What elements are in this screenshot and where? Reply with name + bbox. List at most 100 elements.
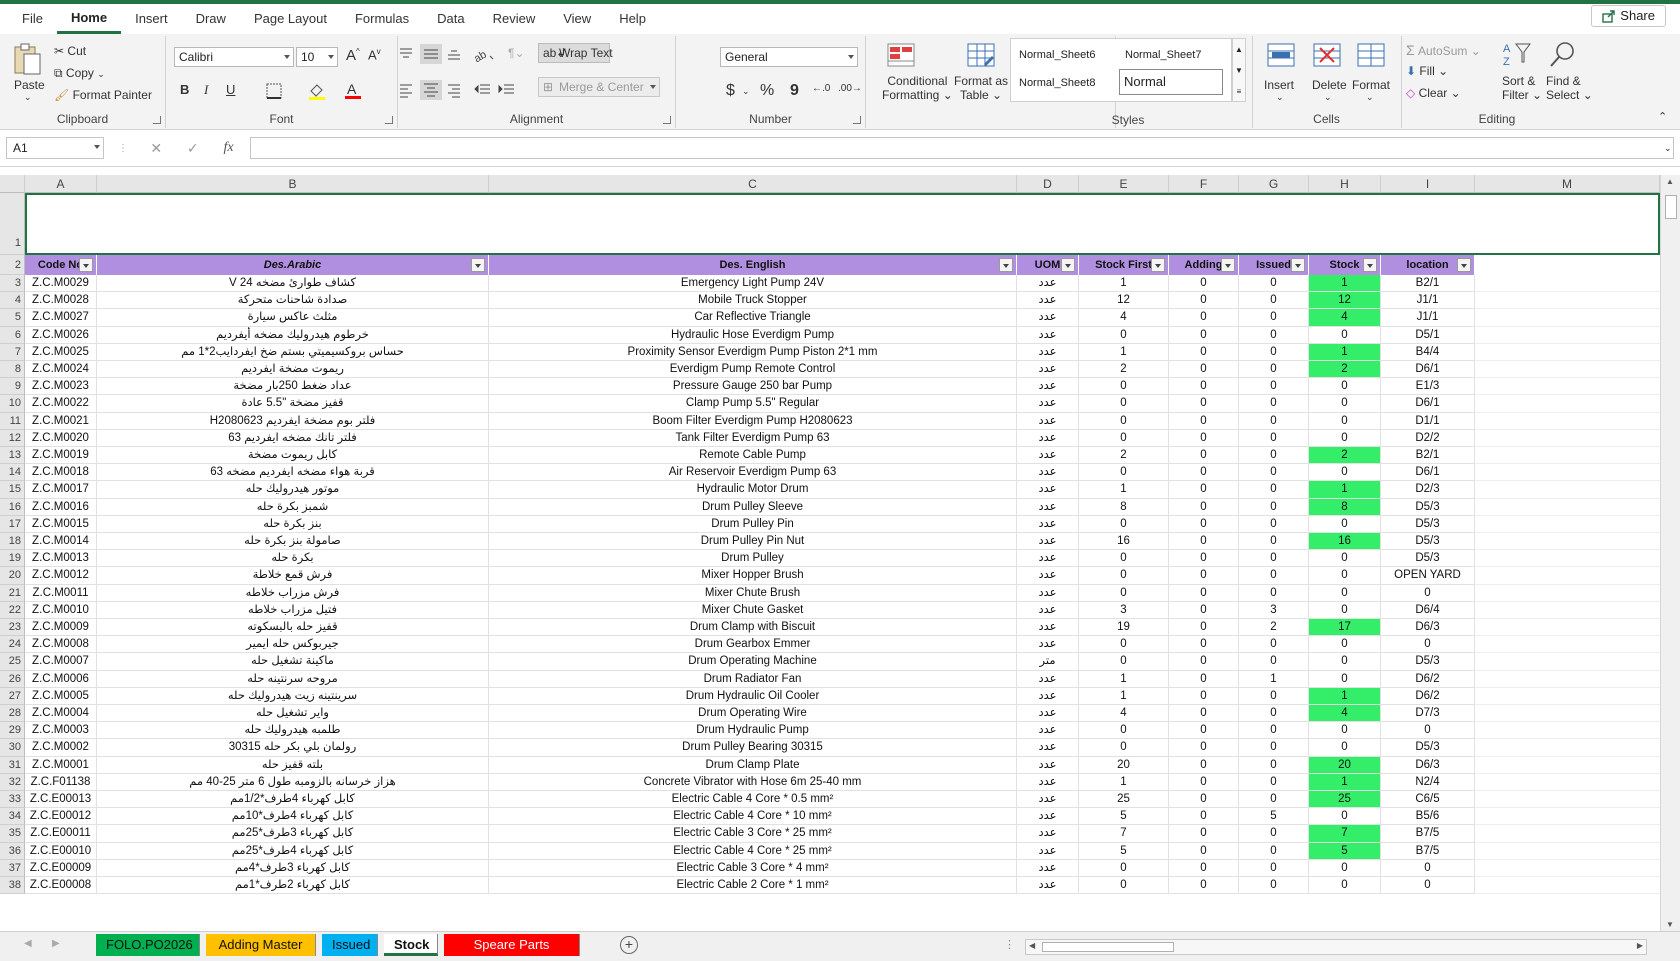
- table-cell-code[interactable]: Z.C.M0002: [25, 739, 97, 757]
- table-cell-add[interactable]: 0: [1169, 808, 1239, 826]
- table-cell-uom[interactable]: عدد: [1017, 859, 1079, 877]
- font-size-select[interactable]: 10: [296, 47, 338, 67]
- insert-cells-icon[interactable]: [1266, 42, 1296, 73]
- table-cell-ar[interactable]: فرش قمع خلاطة: [97, 567, 489, 585]
- table-cell-iss[interactable]: 0: [1239, 722, 1309, 740]
- row-header-36[interactable]: 36: [0, 842, 25, 860]
- delete-cells-icon[interactable]: [1312, 42, 1342, 73]
- increase-decimal-icon[interactable]: ←.0: [812, 83, 830, 94]
- table-cell-ar[interactable]: صامولة بنز بكرة حله: [97, 533, 489, 551]
- table-cell-sf[interactable]: 1: [1079, 343, 1169, 361]
- table-cell-uom[interactable]: عدد: [1017, 601, 1079, 619]
- format-cells-icon[interactable]: [1356, 42, 1386, 73]
- table-cell-empty[interactable]: [1475, 877, 1660, 895]
- decrease-decimal-icon[interactable]: .00→: [838, 83, 862, 94]
- table-cell-add[interactable]: 0: [1169, 378, 1239, 396]
- table-cell-sf[interactable]: 1: [1079, 687, 1169, 705]
- table-cell-sf[interactable]: 0: [1079, 653, 1169, 671]
- table-cell-en[interactable]: Drum Pulley Pin: [489, 515, 1017, 533]
- table-cell-uom[interactable]: عدد: [1017, 343, 1079, 361]
- table-cell-en[interactable]: Electric Cable 4 Core * 10 mm²: [489, 808, 1017, 826]
- horizontal-scroll-thumb[interactable]: [1042, 942, 1174, 952]
- table-cell-empty[interactable]: [1475, 688, 1660, 705]
- style-normal[interactable]: Normal: [1119, 69, 1223, 95]
- table-cell-add[interactable]: 0: [1169, 567, 1239, 585]
- table-cell-empty[interactable]: [1475, 533, 1660, 551]
- table-cell-iss[interactable]: 0: [1239, 825, 1309, 843]
- table-cell-code[interactable]: Z.C.M0024: [25, 361, 97, 379]
- table-cell-empty[interactable]: [1475, 447, 1660, 465]
- style-normal-sheet6[interactable]: Normal_Sheet6: [1019, 49, 1095, 61]
- table-cell-uom[interactable]: عدد: [1017, 877, 1079, 895]
- table-cell-en[interactable]: Emergency Light Pump 24V: [489, 275, 1017, 293]
- row-header-1[interactable]: 1: [0, 193, 25, 255]
- table-cell-stock[interactable]: 1: [1309, 343, 1381, 361]
- table-cell-en[interactable]: Tank Filter Everdigm Pump 63: [489, 429, 1017, 447]
- paste-icon[interactable]: [12, 42, 42, 79]
- table-cell-code[interactable]: Z.C.M0015: [25, 515, 97, 533]
- alignment-launcher-icon[interactable]: [663, 116, 671, 124]
- table-cell-sf[interactable]: 16: [1079, 533, 1169, 551]
- table-cell-stock[interactable]: 17: [1309, 619, 1381, 637]
- table-cell-loc[interactable]: B2/1: [1381, 275, 1475, 293]
- table-cell-code[interactable]: Z.C.M0026: [25, 326, 97, 344]
- row-header-35[interactable]: 35: [0, 825, 25, 843]
- table-cell-sf[interactable]: 5: [1079, 808, 1169, 826]
- table-cell-code[interactable]: Z.C.M0020: [25, 429, 97, 447]
- table-cell-empty[interactable]: [1475, 671, 1660, 688]
- table-cell-ar[interactable]: كابل كهرباء 3طرف*4مم: [97, 859, 489, 877]
- table-cell-loc[interactable]: C6/5: [1381, 791, 1475, 809]
- table-cell-sf[interactable]: 1: [1079, 670, 1169, 688]
- table-cell-uom[interactable]: عدد: [1017, 361, 1079, 379]
- table-cell-en[interactable]: Drum Operating Wire: [489, 705, 1017, 723]
- table-cell-en[interactable]: Drum Pulley Sleeve: [489, 498, 1017, 516]
- table-cell-add[interactable]: 0: [1169, 429, 1239, 447]
- table-cell-empty[interactable]: [1475, 464, 1660, 482]
- table-cell-sf[interactable]: 0: [1079, 429, 1169, 447]
- table-cell-code[interactable]: Z.C.M0021: [25, 412, 97, 430]
- filter-dropdown-icon[interactable]: [1291, 258, 1305, 272]
- table-cell-empty[interactable]: [1475, 860, 1660, 877]
- table-cell-iss[interactable]: 0: [1239, 361, 1309, 379]
- currency-dropdown-icon[interactable]: ⌄: [742, 86, 750, 97]
- table-cell-uom[interactable]: عدد: [1017, 722, 1079, 740]
- table-cell-ar[interactable]: كشاف طوارئ مضخه 24 V: [97, 275, 489, 293]
- table-cell-code[interactable]: Z.C.E00013: [25, 791, 97, 809]
- filter-dropdown-icon[interactable]: [1457, 258, 1471, 272]
- table-cell-uom[interactable]: عدد: [1017, 756, 1079, 774]
- comma-button[interactable]: 9: [790, 82, 799, 100]
- table-cell-loc[interactable]: D6/1: [1381, 361, 1475, 379]
- table-cell-add[interactable]: 0: [1169, 395, 1239, 413]
- table-cell-add[interactable]: 0: [1169, 687, 1239, 705]
- table-cell-stock[interactable]: 1: [1309, 773, 1381, 791]
- table-cell-sf[interactable]: 5: [1079, 842, 1169, 860]
- table-cell-en[interactable]: Drum Clamp with Biscuit: [489, 619, 1017, 637]
- table-cell-stock[interactable]: 0: [1309, 877, 1381, 895]
- table-cell-empty[interactable]: [1475, 567, 1660, 585]
- table-cell-ar[interactable]: صدادة شاحنات متحركة: [97, 292, 489, 310]
- table-cell-uom[interactable]: عدد: [1017, 567, 1079, 585]
- table-cell-sf[interactable]: 0: [1079, 395, 1169, 413]
- add-sheet-icon[interactable]: +: [620, 936, 638, 954]
- table-cell-ar[interactable]: عداد ضغط 250بار مضخة: [97, 378, 489, 396]
- borders-icon[interactable]: [266, 83, 282, 102]
- table-cell-empty[interactable]: [1475, 825, 1660, 843]
- table-cell-ar[interactable]: فرش مزراب خلاطه: [97, 584, 489, 602]
- table-cell-iss[interactable]: 5: [1239, 808, 1309, 826]
- table-cell-add[interactable]: 0: [1169, 464, 1239, 482]
- table-cell-add[interactable]: 0: [1169, 309, 1239, 327]
- table-cell-en[interactable]: Electric Cable 4 Core * 25 mm²: [489, 842, 1017, 860]
- table-cell-stock[interactable]: 0: [1309, 653, 1381, 671]
- table-cell-ar[interactable]: بنز بكرة حله: [97, 515, 489, 533]
- table-cell-code[interactable]: Z.C.M0025: [25, 343, 97, 361]
- table-cell-loc[interactable]: 0: [1381, 859, 1475, 877]
- row-header-31[interactable]: 31: [0, 756, 25, 774]
- table-cell-code[interactable]: Z.C.M0017: [25, 481, 97, 499]
- table-cell-code[interactable]: Z.C.M0007: [25, 653, 97, 671]
- table-cell-iss[interactable]: 0: [1239, 739, 1309, 757]
- table-cell-add[interactable]: 0: [1169, 326, 1239, 344]
- table-cell-ar[interactable]: قفيز حله بالبسكوته: [97, 619, 489, 637]
- font-color-icon[interactable]: A: [344, 80, 362, 103]
- row-header-2[interactable]: 2: [0, 255, 25, 275]
- delete-button[interactable]: Delete: [1312, 78, 1347, 92]
